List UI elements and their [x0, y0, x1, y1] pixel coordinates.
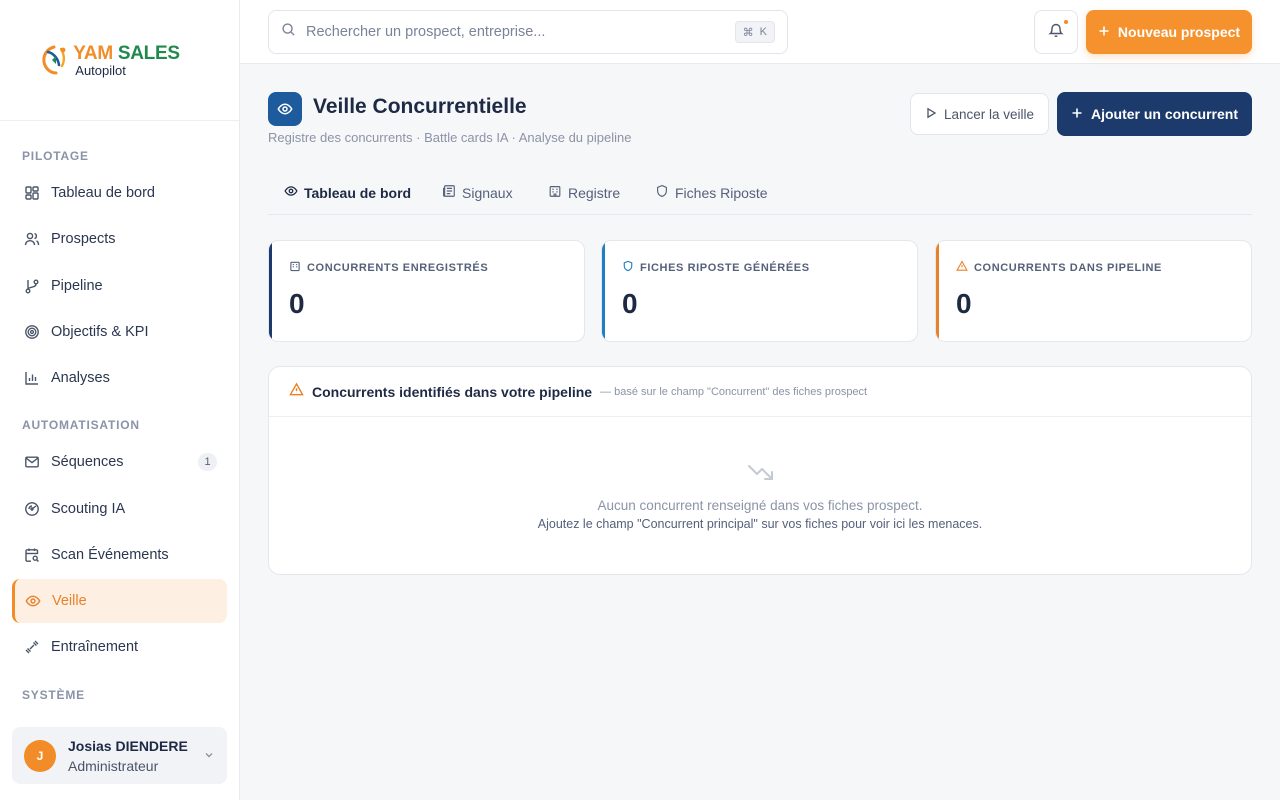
tab-dashboard[interactable]: Tableau de bord [284, 184, 411, 201]
sidebar-item-analyses[interactable]: Analyses [12, 356, 227, 400]
brand-logo-icon [42, 45, 66, 75]
trending-down-icon [747, 462, 775, 487]
sidebar: YAM SALES Autopilot PILOTAGE Tableau de … [0, 0, 240, 800]
chevron-down-icon [203, 748, 215, 766]
plus-icon [1098, 24, 1110, 40]
kpi-value: 0 [622, 288, 638, 319]
building-icon [289, 260, 301, 275]
sidebar-item-sequences[interactable]: Séquences 1 [12, 440, 227, 484]
play-icon [925, 107, 937, 122]
sidebar-item-label: Scouting IA [51, 501, 126, 517]
sidebar-item-dashboard[interactable]: Tableau de bord [12, 171, 227, 215]
sidebar-item-label: Scan Événements [51, 547, 169, 563]
sidebar-item-label: Objectifs & KPI [51, 324, 149, 340]
sidebar-item-events-scan[interactable]: Scan Événements [12, 533, 227, 577]
tab-signals[interactable]: Signaux [442, 184, 513, 201]
add-competitor-button[interactable]: Ajouter un concurrent [1057, 92, 1252, 136]
sidebar-item-scouting[interactable]: Scouting IA [12, 487, 227, 531]
sidebar-item-label: Entraînement [51, 639, 139, 655]
kpi-label: FICHES RIPOSTE GÉNÉRÉES [640, 261, 810, 274]
kpi-card-battle-cards: FICHES RIPOSTE GÉNÉRÉES 0 [601, 240, 918, 342]
git-branch-icon [24, 278, 40, 294]
sidebar-item-label: Séquences [51, 454, 124, 470]
user-role: Administrateur [68, 757, 159, 774]
kpi-label: CONCURRENTS DANS PIPELINE [974, 261, 1162, 274]
user-name: Josias DIENDERE [68, 737, 188, 754]
page-subtitle: Registre des concurrents · Battle cards … [268, 130, 632, 145]
brand-tagline: Autopilot [75, 62, 126, 78]
avatar: J [24, 739, 56, 772]
topbar: Rechercher un prospect, entreprise... ⌘ … [240, 0, 1280, 64]
kpi-label: CONCURRENTS ENREGISTRÉS [307, 261, 489, 274]
panel-title: Concurrents identifiés dans votre pipeli… [312, 383, 593, 400]
section-systeme: SYSTÈME [22, 688, 85, 702]
mail-icon [24, 454, 40, 470]
brand-name: YAM SALES [73, 42, 180, 64]
calendar-search-icon [24, 547, 40, 563]
command-key-icon: ⌘ [742, 26, 754, 39]
page-eye-icon [268, 92, 302, 126]
sidebar-item-label: Prospects [51, 231, 116, 247]
sequences-count-badge: 1 [198, 453, 217, 471]
building-icon [548, 184, 562, 201]
tab-battle-cards[interactable]: Fiches Riposte [655, 184, 768, 201]
newspaper-icon [442, 184, 456, 201]
user-menu[interactable]: J Josias DIENDERE Administrateur [12, 727, 227, 784]
sidebar-item-prospects[interactable]: Prospects [12, 217, 227, 261]
warning-icon [956, 260, 968, 275]
bell-icon [1048, 22, 1064, 43]
kpi-value: 0 [956, 288, 972, 319]
dumbbell-icon [24, 639, 40, 655]
eye-icon [284, 184, 298, 201]
shield-icon [655, 184, 669, 201]
page-title: Veille Concurrentielle [313, 95, 527, 118]
shield-icon [622, 260, 634, 275]
tab-registry[interactable]: Registre [548, 184, 620, 201]
pipeline-competitors-panel: Concurrents identifiés dans votre pipeli… [268, 366, 1252, 575]
notifications-button[interactable] [1034, 10, 1078, 54]
eye-icon [25, 593, 41, 609]
notification-dot [1064, 20, 1068, 24]
bar-chart-icon [24, 370, 40, 386]
sidebar-item-label: Analyses [51, 370, 110, 386]
kpi-accent-bar [936, 241, 939, 341]
empty-state-message: Aucun concurrent renseigné dans vos fich… [597, 498, 923, 513]
keyboard-shortcut-hint: ⌘ K [734, 21, 775, 43]
sidebar-item-label: Veille [52, 593, 87, 609]
warning-icon [289, 381, 304, 402]
tabs: Tableau de bord Signaux Registre Fiches … [268, 170, 1252, 215]
sidebar-item-pipeline[interactable]: Pipeline [12, 264, 227, 308]
logo-area: YAM SALES Autopilot [0, 0, 239, 121]
kpi-accent-bar [602, 241, 605, 341]
users-icon [24, 231, 40, 247]
sidebar-item-objectives[interactable]: Objectifs & KPI [12, 310, 227, 354]
panel-note: — basé sur le champ "Concurrent" des fic… [600, 385, 868, 398]
sidebar-item-label: Pipeline [51, 278, 103, 294]
launch-watch-button[interactable]: Lancer la veille [910, 93, 1049, 135]
sidebar-item-veille[interactable]: Veille [12, 579, 227, 623]
kpi-value: 0 [289, 288, 305, 319]
radar-icon [24, 501, 40, 517]
section-automatisation: AUTOMATISATION [22, 418, 140, 432]
search-icon [281, 22, 296, 42]
sidebar-item-training[interactable]: Entraînement [12, 625, 227, 669]
layout-dashboard-icon [24, 185, 40, 201]
panel-header: Concurrents identifiés dans votre pipeli… [269, 367, 1251, 417]
search-placeholder: Rechercher un prospect, entreprise... [306, 24, 546, 40]
app-logo[interactable]: YAM SALES Autopilot [39, 42, 180, 78]
target-icon [24, 324, 40, 340]
section-pilotage: PILOTAGE [22, 149, 89, 163]
new-prospect-button[interactable]: Nouveau prospect [1086, 10, 1252, 54]
kpi-card-pipeline-competitors: CONCURRENTS DANS PIPELINE 0 [935, 240, 1252, 342]
empty-state-hint: Ajoutez le champ "Concurrent principal" … [537, 517, 983, 531]
plus-icon [1071, 106, 1083, 122]
kpi-card-competitors: CONCURRENTS ENREGISTRÉS 0 [268, 240, 585, 342]
sidebar-item-label: Tableau de bord [51, 185, 155, 201]
search-input[interactable]: Rechercher un prospect, entreprise... ⌘ … [268, 10, 788, 54]
kpi-accent-bar [269, 241, 272, 341]
